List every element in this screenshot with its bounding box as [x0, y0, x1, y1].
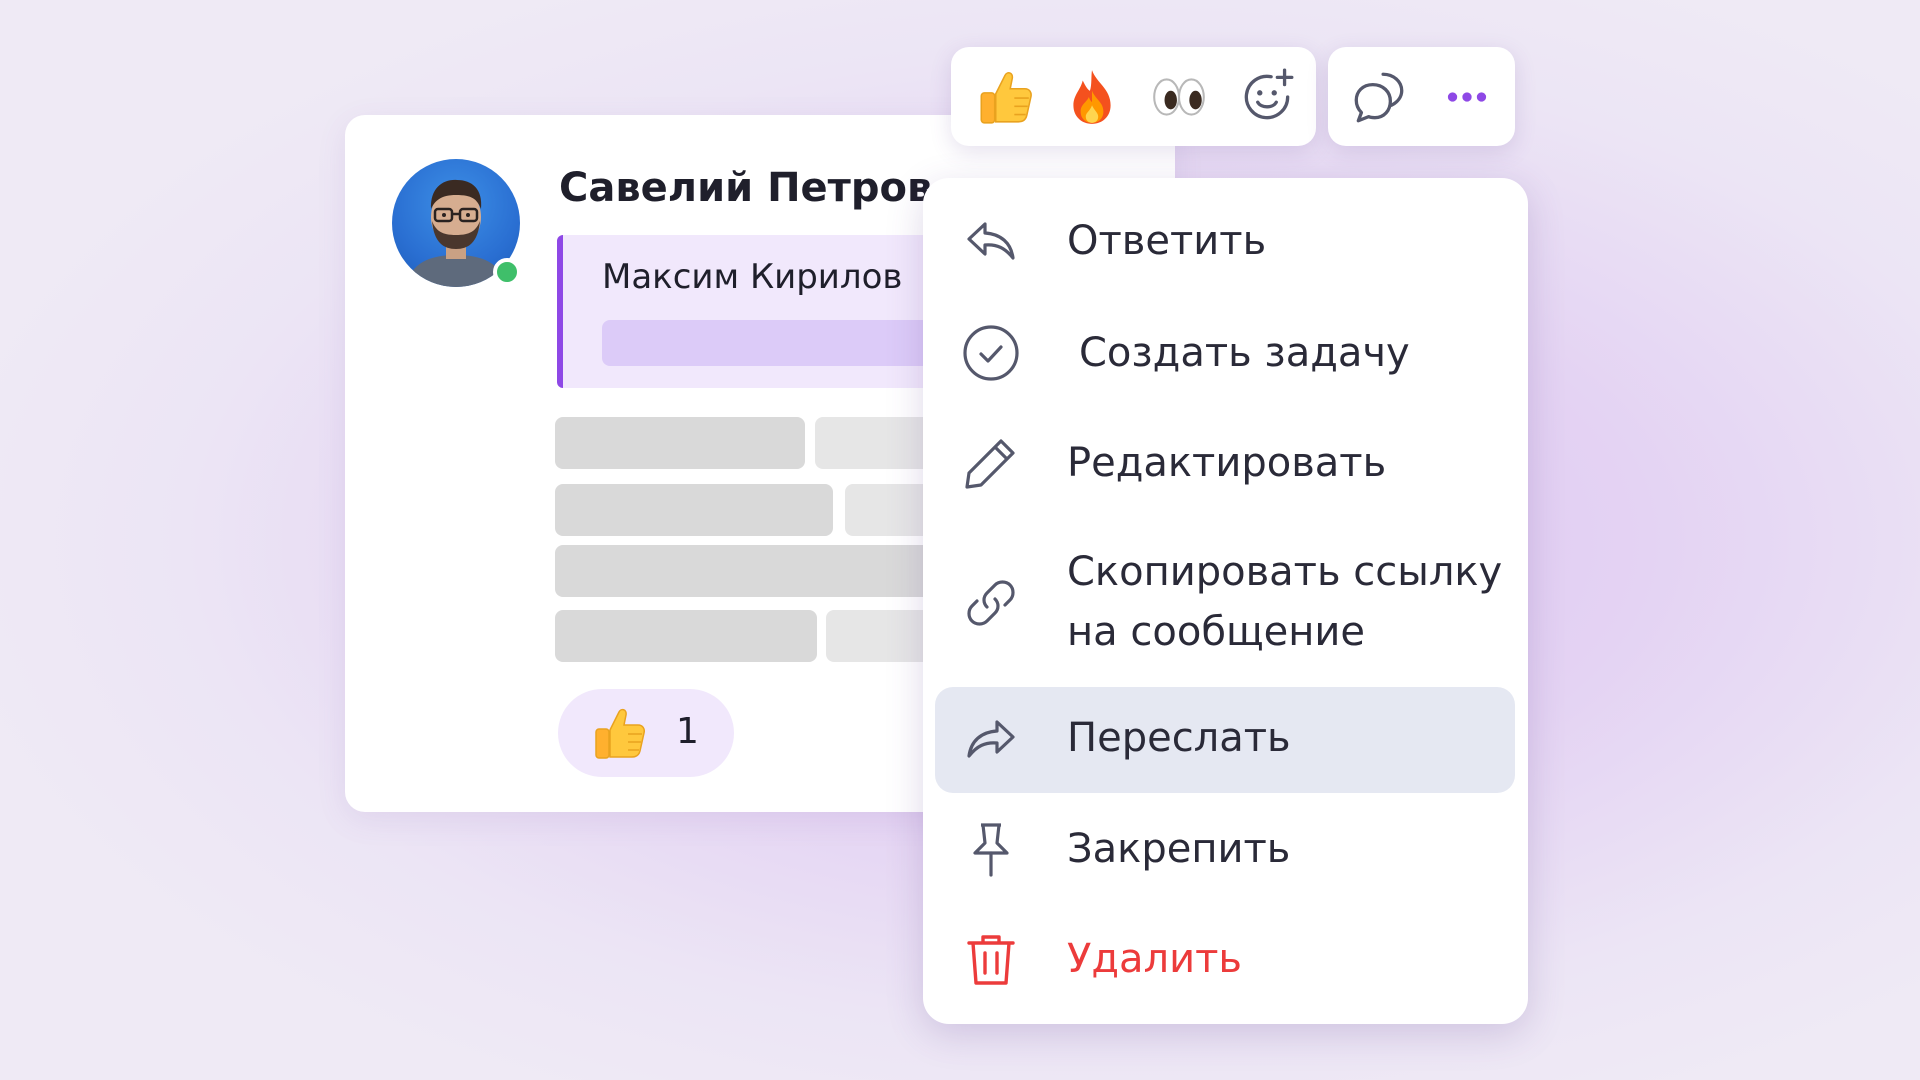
- menu-item-copy-link[interactable]: Скопировать ссылку на сообщение: [935, 528, 1515, 678]
- menu-item-delete[interactable]: Удалить: [935, 914, 1515, 1004]
- reply-thread-icon[interactable]: [1348, 66, 1410, 128]
- trash-icon: [967, 935, 1015, 985]
- add-reaction-icon[interactable]: [1236, 66, 1298, 128]
- reaction-count: 1: [676, 711, 699, 752]
- message-actions-bar: [1328, 47, 1515, 146]
- menu-item-forward[interactable]: Переслать: [935, 687, 1515, 793]
- reply-icon: [967, 222, 1015, 260]
- menu-item-label-line: Скопировать ссылку: [1067, 549, 1503, 595]
- pencil-icon: [965, 439, 1015, 489]
- menu-item-label: Скопировать ссылку на сообщение: [1067, 542, 1502, 662]
- link-icon: [967, 580, 1015, 626]
- thumbs-up-icon: [595, 708, 645, 759]
- message-context-menu: Ответить Создать задачу Редактировать Ск…: [923, 178, 1528, 1024]
- pin-icon: [973, 823, 1009, 877]
- menu-item-pin[interactable]: Закрепить: [935, 804, 1515, 894]
- menu-item-label: Переслать: [1067, 715, 1291, 761]
- menu-item-label-line: на сообщение: [1067, 609, 1366, 655]
- check-circle-icon: [963, 325, 1019, 381]
- fire-icon[interactable]: [1061, 66, 1123, 128]
- menu-item-edit[interactable]: Редактировать: [935, 418, 1515, 508]
- menu-item-create-task[interactable]: Создать задачу: [935, 308, 1515, 398]
- reaction-chip[interactable]: 1: [558, 689, 734, 777]
- quoted-message-author: Максим Кирилов: [602, 257, 903, 297]
- message-text-placeholder: [555, 417, 805, 469]
- more-icon[interactable]: [1436, 66, 1498, 128]
- thumbs-up-icon[interactable]: [973, 66, 1035, 128]
- menu-item-reply[interactable]: Ответить: [935, 198, 1515, 286]
- eyes-icon[interactable]: [1148, 66, 1210, 128]
- menu-item-label: Удалить: [1067, 936, 1242, 982]
- quick-reactions-bar: [951, 47, 1316, 146]
- menu-item-label: Создать задачу: [1079, 330, 1410, 376]
- message-text-placeholder: [555, 545, 975, 597]
- message-author-name[interactable]: Савелий Петров: [559, 165, 932, 211]
- message-text-placeholder: [555, 610, 817, 662]
- online-status-indicator: [493, 258, 521, 286]
- menu-item-label: Закрепить: [1067, 826, 1291, 872]
- forward-icon: [967, 720, 1015, 758]
- message-text-placeholder: [555, 484, 833, 536]
- menu-item-label: Редактировать: [1067, 440, 1387, 486]
- menu-item-label: Ответить: [1067, 218, 1267, 264]
